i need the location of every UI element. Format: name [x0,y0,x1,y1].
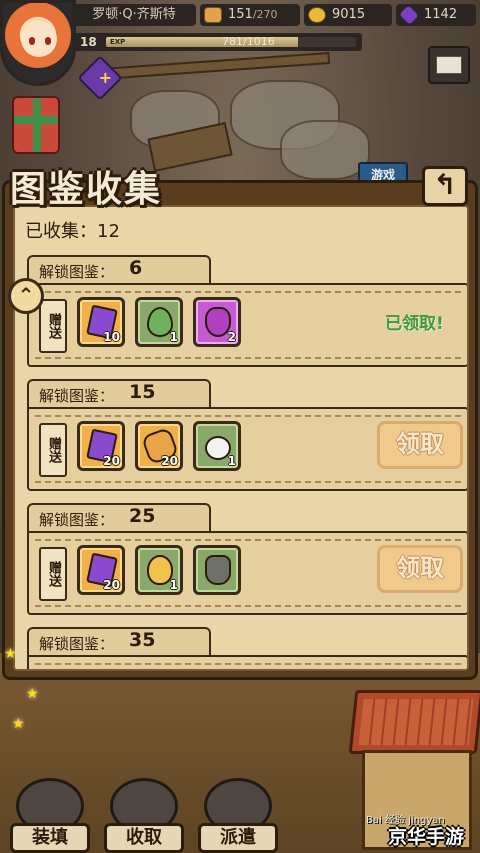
reward-body: 赠送 20 1 领取 [27,531,467,615]
avatar-eye [29,37,35,45]
item-count: 1 [227,454,236,468]
top-hud: 罗顿·Q·齐斯特 18 EXP 781/1016 151/270 9015 11… [0,0,480,86]
item-count: 1 [169,578,178,592]
unlock-threshold: 25 [129,505,156,527]
level-bar: 18 EXP 781/1016 [72,33,362,51]
item-count: 10 [103,330,120,344]
nav-load-button[interactable]: 装填 [10,778,90,853]
bread-max: /270 [252,8,278,21]
reward-item[interactable]: 20 [77,545,125,595]
unlock-label: 解锁图鉴： [39,511,115,529]
item-count: 20 [103,578,120,592]
reward-item[interactable]: 1 [135,297,183,347]
player-name: 罗顿·Q·齐斯特 [72,4,196,26]
reward-body: 赠送 20 20 1 领取 [27,407,467,491]
item-count: 20 [103,454,120,468]
mail-envelope-icon [436,56,462,74]
reward-card: 解锁图鉴： 35 [27,627,467,669]
unlock-threshold: 15 [129,381,156,403]
nav-collect-button[interactable]: 收取 [104,778,184,853]
background-stone [280,120,370,180]
back-arrow-icon: ↰ [433,168,457,201]
exp-tag: EXP [110,38,126,46]
item-count: 1 [169,330,178,344]
reward-card: 解锁图鉴： 25 赠送 20 1 领取 [27,503,467,618]
house-roof [348,690,480,754]
item-count: 2 [227,330,236,344]
mail-button[interactable] [428,46,470,84]
player-avatar[interactable] [0,0,76,86]
sparkle-icon: ★ [4,646,17,662]
nav-dispatch-button[interactable]: 派遣 [198,778,278,853]
reward-item[interactable] [193,545,241,595]
reward-item[interactable]: 20 [135,421,183,471]
sparkle-icon: ★ [26,686,39,702]
nav-label: 收取 [104,823,184,853]
avatar-eye [45,37,51,45]
item-count: 20 [161,454,178,468]
claimed-status: 已领取! [385,314,444,334]
unlock-threshold: 35 [129,629,156,651]
sparkle-icon: ★ [12,716,25,732]
collected-count: 已收集：12 [25,221,120,242]
unlock-threshold: 6 [129,257,143,279]
unlock-label: 解锁图鉴： [39,263,115,281]
unlock-label: 解锁图鉴： [39,387,115,405]
nav-label: 装填 [10,823,90,853]
gem-resource[interactable]: 1142 [396,4,476,26]
plus-icon: + [98,68,112,87]
reward-item[interactable]: 1 [135,545,183,595]
reward-item[interactable]: 10 [77,297,125,347]
reward-item[interactable]: 2 [193,297,241,347]
gift-box-icon[interactable] [12,96,60,154]
gauntlet-icon [205,555,231,585]
exp-value: 781/1016 [222,35,275,48]
claim-button[interactable]: 领取 [377,421,463,469]
reward-strip [35,663,461,669]
bread-icon [204,7,222,23]
gold-count: 9015 [332,7,366,22]
nav-label: 派遣 [198,823,278,853]
collection-panel: 已收集：12 解锁图鉴： 6 赠送 10 1 2 已领取! 解锁图鉴： 15 赠送 20 20 1 领取解… [2,180,478,680]
bread-resource[interactable]: 151/270 [200,4,300,26]
claim-button[interactable]: 领取 [377,545,463,593]
reward-card: 解锁图鉴： 6 赠送 10 1 2 已领取! [27,255,467,370]
gem-count: 1142 [424,7,458,22]
reward-body: 赠送 10 1 2 已领取! [27,283,467,367]
gift-tag: 赠送 [39,299,67,353]
unlock-label: 解锁图鉴： [39,635,115,653]
panel-title: 图鉴收集 [10,168,163,210]
gold-coin-icon [308,7,326,23]
reward-item[interactable]: 1 [193,421,241,471]
bread-count: 151 [228,7,253,22]
gift-tag: 赠送 [39,547,67,601]
panel-content: 已收集：12 解锁图鉴： 6 赠送 10 1 2 已领取! 解锁图鉴： 15 赠送 20 20 1 领取解… [13,205,469,671]
player-level: 18 [80,35,97,49]
gold-resource[interactable]: 9015 [304,4,392,26]
brand-watermark: 京华手游 [388,826,465,848]
gem-icon [399,5,419,25]
gift-tag: 赠送 [39,423,67,477]
avatar-face [21,21,57,57]
reward-card: 解锁图鉴： 15 赠送 20 20 1 领取 [27,379,467,494]
reward-item[interactable]: 20 [77,421,125,471]
back-button[interactable]: ↰ [422,166,468,206]
reward-body [27,655,467,669]
scroll-indicator-icon[interactable]: ⌃ [8,278,44,314]
